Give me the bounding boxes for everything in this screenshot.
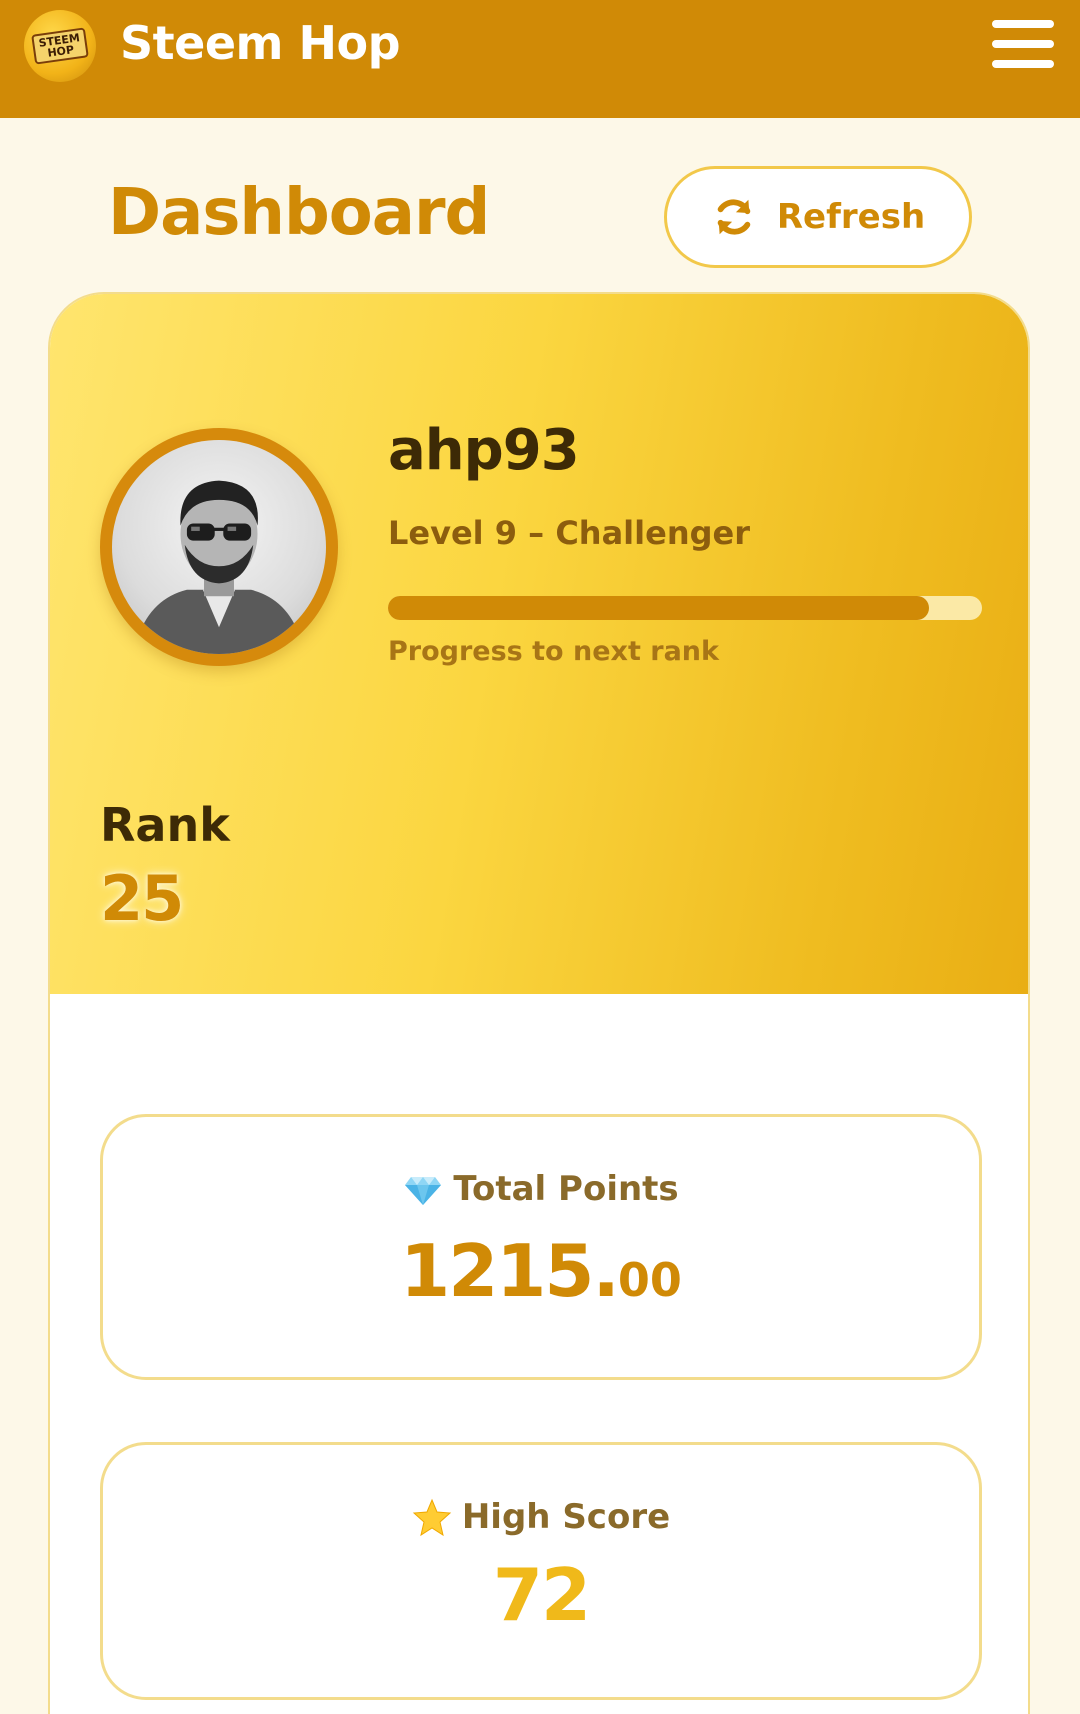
menu-bar-bottom <box>992 60 1054 68</box>
high-score-header: High Score <box>103 1497 979 1537</box>
profile-card: ahp93 Level 9 – Challenger Progress to n… <box>48 292 1030 1714</box>
avatar-image <box>112 440 326 654</box>
high-score-card: High Score 72 <box>100 1442 982 1700</box>
total-points-decimal: 00 <box>617 1253 682 1307</box>
rank-value: 25 <box>100 862 184 935</box>
level-text: Level 9 – Challenger <box>388 514 750 552</box>
refresh-label: Refresh <box>776 197 926 237</box>
avatar-portrait <box>133 480 305 654</box>
progress-label: Progress to next rank <box>388 636 719 667</box>
total-points-card: Total Points 1215.00 <box>100 1114 982 1380</box>
page-title: Dashboard <box>108 176 490 250</box>
rank-progress-fill <box>388 596 929 620</box>
total-points-header: Total Points <box>103 1169 979 1209</box>
menu-bar-top <box>992 20 1054 28</box>
rank-progress-bar <box>388 596 982 620</box>
total-points-label: Total Points <box>453 1169 679 1209</box>
top-app-bar: STEEM HOP Steem Hop <box>0 0 1080 118</box>
logo-text-line2: HOP <box>46 43 75 60</box>
star-icon <box>412 1498 452 1537</box>
high-score-label: High Score <box>461 1497 671 1537</box>
app-title[interactable]: Steem Hop <box>120 16 401 70</box>
rank-label: Rank <box>100 798 230 852</box>
app-root: STEEM HOP Steem Hop Dashboard Refresh ah… <box>0 0 1080 1714</box>
username: ahp93 <box>388 418 580 483</box>
total-points-integer: 1215. <box>400 1229 620 1313</box>
app-logo[interactable]: STEEM HOP <box>24 10 96 82</box>
refresh-icon <box>717 199 751 235</box>
high-score-value: 72 <box>492 1553 591 1637</box>
refresh-button[interactable]: Refresh <box>664 166 972 268</box>
logo-plaque: STEEM HOP <box>31 27 89 65</box>
logo-text: STEEM HOP <box>38 31 82 60</box>
diamond-icon <box>405 1177 442 1205</box>
hamburger-menu-icon[interactable] <box>990 14 1056 74</box>
menu-bar-middle <box>992 40 1054 48</box>
avatar[interactable] <box>100 428 338 666</box>
total-points-value: 1215.00 <box>103 1229 979 1313</box>
profile-card-header: ahp93 Level 9 – Challenger Progress to n… <box>50 294 1028 994</box>
